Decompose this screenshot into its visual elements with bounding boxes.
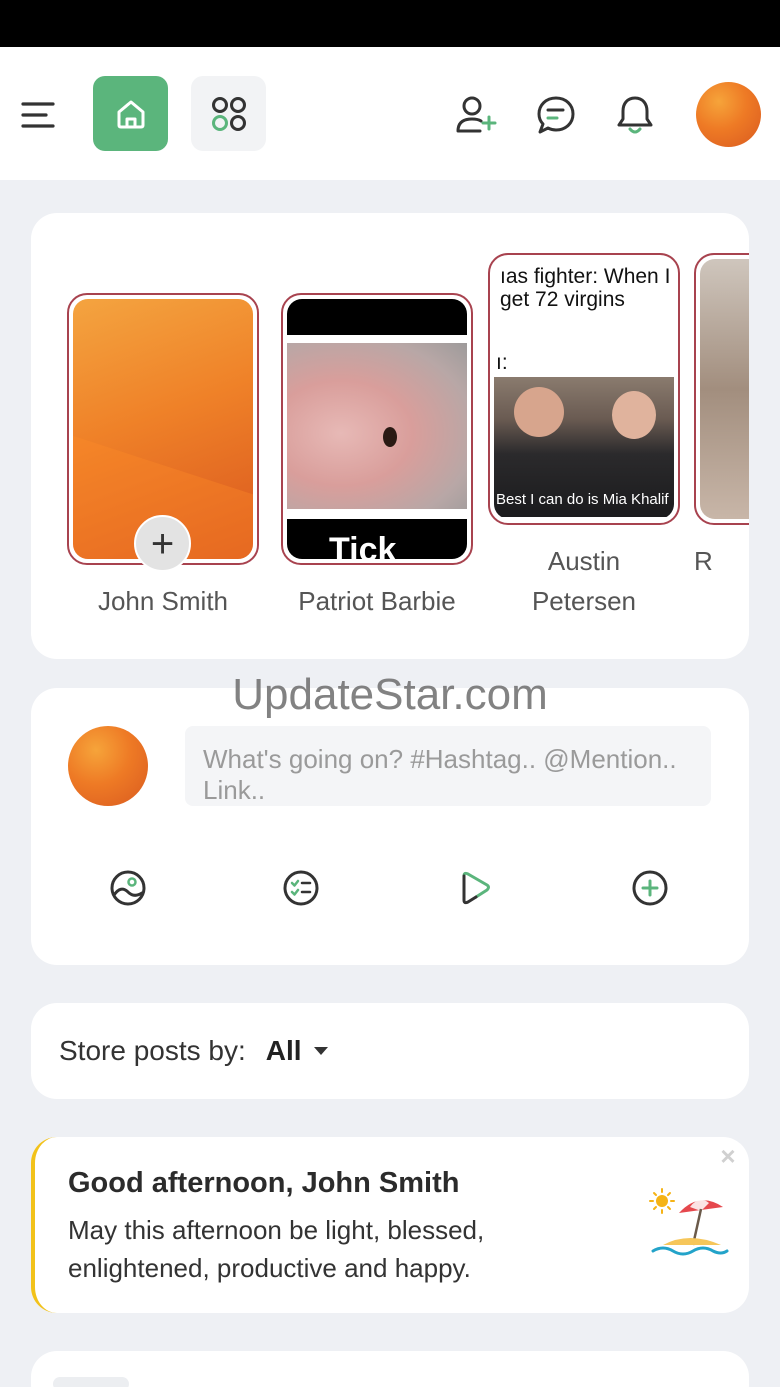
greeting-card: × Good afternoon, John Smith May this af… <box>31 1137 749 1313</box>
add-friend-button[interactable] <box>453 92 499 138</box>
menu-icon <box>21 102 55 128</box>
filter-label: Store posts by: <box>59 1035 246 1066</box>
apps-button[interactable] <box>191 76 266 151</box>
story-text-colon: ı: <box>496 351 508 374</box>
apps-icon <box>211 96 246 131</box>
caret-down-icon <box>313 1047 328 1055</box>
add-user-icon <box>456 96 497 133</box>
home-icon <box>117 100 144 128</box>
watermark: UpdateStar.com <box>232 670 548 719</box>
post-composer <box>31 688 749 965</box>
post-filter: Store posts by: All <box>31 1003 749 1099</box>
story-name: Austin Petersen <box>531 546 637 616</box>
add-image-button[interactable] <box>106 866 150 910</box>
story-thumbnail[interactable]: ıas fighter: When I get 72 virgins ı: Be… <box>488 253 680 525</box>
filter-dropdown[interactable]: All <box>266 1035 328 1067</box>
profile-avatar[interactable] <box>696 82 761 147</box>
filter-value: All <box>265 1035 302 1066</box>
menu-button[interactable] <box>18 95 58 135</box>
add-story-icon[interactable]: + <box>134 515 191 572</box>
close-icon[interactable]: × <box>717 1141 739 1171</box>
add-video-button[interactable] <box>453 866 497 910</box>
story-name: John Smith <box>97 586 229 616</box>
post-placeholder <box>53 1377 129 1387</box>
post-input[interactable] <box>185 726 711 806</box>
story-image <box>287 341 467 509</box>
messages-button[interactable] <box>533 92 579 138</box>
story-thumbnail[interactable] <box>694 253 749 525</box>
plus-circle-icon <box>632 870 668 906</box>
story-thumbnail[interactable]: Tick <box>281 293 473 565</box>
story-caption: Tick <box>329 531 397 559</box>
greeting-title: Good afternoon, John Smith <box>68 1167 460 1199</box>
post-card <box>31 1351 749 1387</box>
notifications-button[interactable] <box>612 92 658 138</box>
beach-umbrella-icon <box>649 1188 729 1256</box>
story-text-line: ıas fighter: When I <box>500 265 671 288</box>
greeting-message: May this afternoon be light, blessed, en… <box>68 1215 485 1283</box>
stories-carousel: + John Smith Tick Patriot Barbie ıas fig… <box>31 213 749 659</box>
composer-avatar <box>68 726 148 806</box>
story-name: R <box>694 546 713 576</box>
more-options-button[interactable] <box>628 866 672 910</box>
top-bar <box>0 47 780 180</box>
home-button[interactable] <box>93 76 168 151</box>
story-text-line: get 72 virgins <box>500 288 625 311</box>
image-icon <box>110 870 146 906</box>
tick-image <box>383 427 397 447</box>
story-subtitle: Best I can do is Mia Khalif <box>496 491 669 508</box>
bell-icon <box>617 96 653 134</box>
play-icon <box>462 871 490 905</box>
status-bar <box>0 0 780 47</box>
message-icon <box>537 96 575 134</box>
checklist-icon <box>283 870 319 906</box>
story-name: Patriot Barbie <box>298 586 456 616</box>
add-poll-button[interactable] <box>279 866 323 910</box>
